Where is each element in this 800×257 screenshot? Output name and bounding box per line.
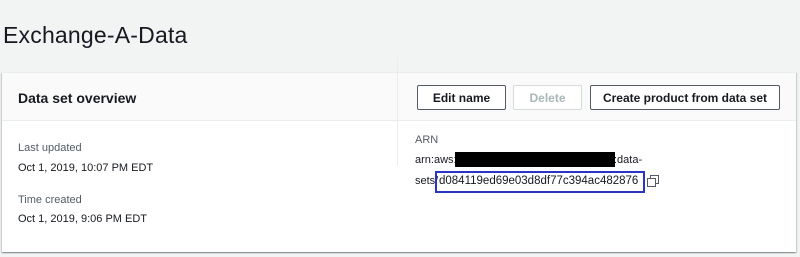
arn-suffix: :data- — [614, 154, 643, 166]
dataset-id-value: d084119ed69e03d8df77c394ac482876 — [439, 175, 639, 187]
time-created-value: Oct 1, 2019, 9:06 PM EDT — [18, 213, 148, 225]
panel-header: Data set overview Edit name Delete Creat… — [2, 73, 796, 121]
delete-button[interactable]: Delete — [513, 85, 582, 110]
time-created-label: Time created — [18, 194, 82, 206]
column-divider — [397, 58, 398, 166]
last-updated-value: Oct 1, 2019, 10:07 PM EDT — [18, 162, 154, 174]
arn-label: ARN — [415, 134, 439, 146]
copy-icon[interactable] — [647, 175, 659, 187]
edit-name-button[interactable]: Edit name — [417, 85, 506, 110]
page-title: Exchange-A-Data — [3, 22, 188, 48]
create-product-button[interactable]: Create product from data set — [590, 85, 780, 110]
last-updated-label: Last updated — [18, 142, 82, 154]
redacted-account-id — [455, 152, 615, 167]
panel-title: Data set overview — [18, 90, 137, 106]
arn-prefix: arn:aws: — [415, 154, 457, 166]
